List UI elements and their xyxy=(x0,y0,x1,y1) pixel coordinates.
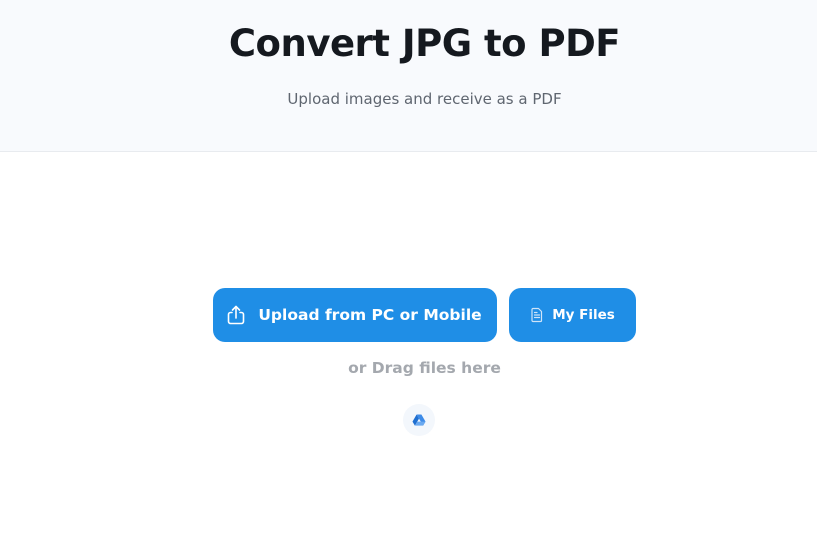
page-title: Convert JPG to PDF xyxy=(228,22,621,65)
upload-icon xyxy=(224,303,248,327)
upload-from-device-button[interactable]: Upload from PC or Mobile xyxy=(213,288,497,342)
my-files-button[interactable]: My Files xyxy=(509,288,636,342)
google-drive-button[interactable] xyxy=(403,404,435,436)
my-files-button-label: My Files xyxy=(552,307,615,323)
upload-button-label: Upload from PC or Mobile xyxy=(258,306,482,324)
page-subtitle: Upload images and receive as a PDF xyxy=(287,90,562,108)
google-drive-icon xyxy=(412,414,426,426)
drag-drop-hint: or Drag files here xyxy=(348,359,501,377)
page-header: Convert JPG to PDF Upload images and rec… xyxy=(0,0,817,152)
document-icon xyxy=(530,307,544,323)
